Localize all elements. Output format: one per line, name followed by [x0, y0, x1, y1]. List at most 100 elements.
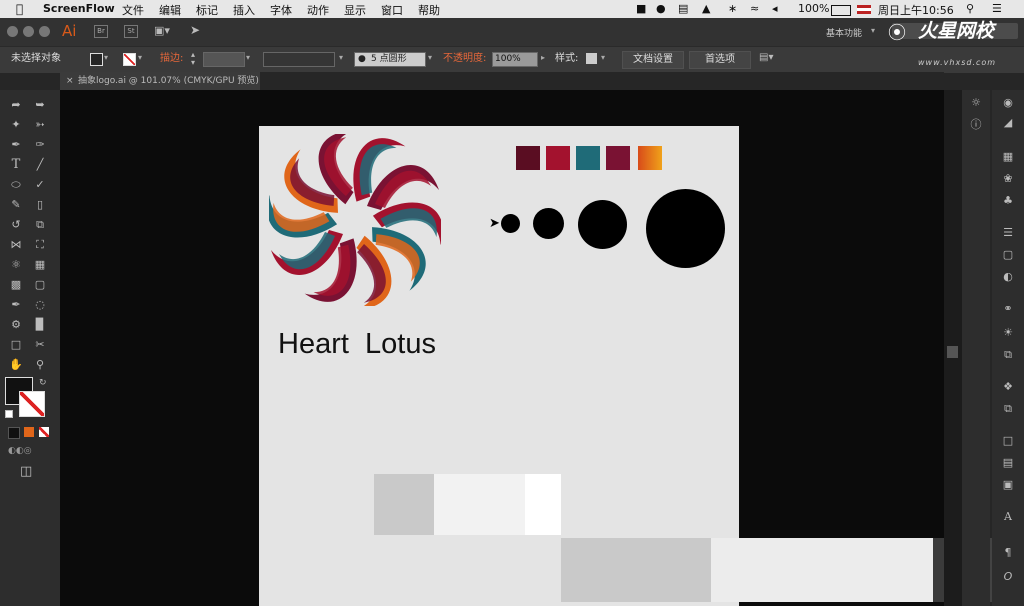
- preferences-button[interactable]: 首选项: [689, 51, 751, 69]
- menu-edit[interactable]: 编辑: [159, 2, 181, 18]
- vertical-scrollbar[interactable]: [944, 90, 962, 606]
- light-block-2[interactable]: [711, 538, 933, 602]
- paragraph-icon[interactable]: ¶: [1001, 546, 1015, 560]
- chevron-down-icon[interactable]: ▾: [428, 53, 432, 62]
- shape-builder-tool-icon[interactable]: ⚛: [8, 258, 24, 272]
- chevron-down-icon[interactable]: ▾: [601, 53, 605, 62]
- graphic-styles-icon[interactable]: ⧉: [1001, 348, 1015, 362]
- eraser-tool-icon[interactable]: ▯: [32, 198, 48, 212]
- hand-tool-icon[interactable]: ✋: [8, 358, 24, 372]
- menu-view[interactable]: 显示: [344, 2, 366, 18]
- menu-window[interactable]: 窗口: [381, 2, 403, 18]
- arrange-documents-icon[interactable]: ▣▾: [154, 24, 176, 37]
- layers-icon[interactable]: ❖: [1001, 380, 1015, 394]
- selection-tool-icon[interactable]: ➦: [8, 98, 24, 112]
- paintbrush-tool-icon[interactable]: ✓: [32, 178, 48, 192]
- width-tool-icon[interactable]: ⋈: [8, 238, 24, 252]
- stroke-stepper[interactable]: ▴ ▾: [191, 51, 195, 67]
- color-icon[interactable]: ◉: [1001, 96, 1015, 110]
- color-swatch-2[interactable]: [546, 146, 570, 170]
- direct-selection-tool-icon[interactable]: ➥: [32, 98, 48, 112]
- camera-icon[interactable]: ■: [636, 2, 646, 15]
- artboard-tool-icon[interactable]: □: [8, 338, 24, 352]
- character-icon[interactable]: A: [1001, 510, 1015, 524]
- blend-tool-icon[interactable]: ◌: [32, 298, 48, 312]
- magic-wand-tool-icon[interactable]: ✦: [8, 118, 24, 132]
- stroke-color-box[interactable]: [19, 391, 45, 417]
- menu-help[interactable]: 帮助: [418, 2, 440, 18]
- color-swatch-1[interactable]: [516, 146, 540, 170]
- black-circle-medium[interactable]: [533, 208, 564, 239]
- graphic-style-swatch[interactable]: [586, 53, 597, 64]
- flag-icon[interactable]: [857, 5, 871, 14]
- symbol-sprayer-tool-icon[interactable]: ⚙: [8, 318, 24, 332]
- screen-mode-icon[interactable]: ◫: [20, 464, 32, 479]
- apple-icon[interactable]: : [16, 2, 23, 16]
- swatches-icon[interactable]: ▦: [1001, 150, 1015, 164]
- record-icon[interactable]: ●: [656, 2, 666, 15]
- fill-swatch[interactable]: [90, 53, 103, 66]
- none-mode-icon[interactable]: [39, 427, 49, 437]
- chevron-down-icon[interactable]: ▾: [246, 53, 250, 62]
- black-circle-small[interactable]: [501, 214, 520, 233]
- gradient-icon[interactable]: ▢: [1001, 248, 1015, 262]
- menu-action[interactable]: 动作: [307, 2, 329, 18]
- type-tool-icon[interactable]: T: [8, 158, 24, 172]
- brushes-icon[interactable]: ☼: [969, 96, 983, 110]
- opentype-icon[interactable]: O: [1001, 570, 1015, 584]
- stock-button[interactable]: St: [124, 25, 138, 38]
- draw-mode-icon[interactable]: ◐◐◎: [8, 446, 32, 456]
- curvature-tool-icon[interactable]: ✑: [32, 138, 48, 152]
- align-icon[interactable]: ▤: [1001, 456, 1015, 470]
- default-colors-icon[interactable]: [5, 410, 13, 418]
- black-circle-xlarge[interactable]: [646, 189, 725, 268]
- menu-file[interactable]: 文件: [122, 2, 144, 18]
- airplay-icon[interactable]: ▲: [702, 2, 710, 15]
- gpu-performance-icon[interactable]: ➤: [190, 23, 200, 37]
- stroke-swatch[interactable]: [123, 53, 136, 66]
- lotus-logo[interactable]: [269, 134, 441, 306]
- stroke-label[interactable]: 描边:: [160, 52, 183, 66]
- ellipse-tool-icon[interactable]: ⬭: [8, 178, 24, 192]
- color-swatch-4[interactable]: [606, 146, 630, 170]
- chevron-down-icon[interactable]: ▾: [104, 53, 108, 62]
- free-transform-tool-icon[interactable]: ⛶: [32, 238, 48, 252]
- rotate-tool-icon[interactable]: ↺: [8, 218, 24, 232]
- gray-block-2[interactable]: [561, 538, 711, 602]
- minimize-window-button[interactable]: [23, 26, 34, 37]
- swap-colors-icon[interactable]: ↻: [39, 378, 47, 388]
- zoom-tool-icon[interactable]: ⚲: [32, 358, 48, 372]
- column-graph-tool-icon[interactable]: ▉: [32, 318, 48, 332]
- zoom-window-button[interactable]: [39, 26, 50, 37]
- white-block-1[interactable]: [525, 474, 561, 535]
- cc-libraries-icon[interactable]: ⚭: [1001, 302, 1015, 316]
- chevron-down-icon[interactable]: ▾: [339, 53, 343, 62]
- artboards-icon[interactable]: ⧉: [1001, 402, 1015, 416]
- menu-mark[interactable]: 标记: [196, 2, 218, 18]
- bridge-button[interactable]: Br: [94, 25, 108, 38]
- logo-text[interactable]: Heart Lotus: [278, 328, 436, 361]
- artboard[interactable]: ➤ Heart Lotus: [259, 126, 739, 606]
- opacity-input[interactable]: 100%: [492, 52, 538, 67]
- color-mode-icon[interactable]: [8, 427, 20, 439]
- pencil-tool-icon[interactable]: ✎: [8, 198, 24, 212]
- scrollbar-thumb[interactable]: [947, 346, 958, 358]
- brushes-panel-icon[interactable]: ❀: [1001, 172, 1015, 186]
- document-setup-button[interactable]: 文档设置: [622, 51, 684, 69]
- volume-icon[interactable]: ◂: [772, 2, 778, 15]
- battery-icon[interactable]: [831, 5, 851, 16]
- eyedropper-tool-icon[interactable]: ✒: [8, 298, 24, 312]
- close-tab-icon[interactable]: ×: [66, 72, 74, 90]
- control-center-icon[interactable]: ☰: [992, 2, 1002, 15]
- menu-font[interactable]: 字体: [270, 2, 292, 18]
- menu-app-name[interactable]: ScreenFlow: [43, 2, 115, 15]
- gradient-mode-icon[interactable]: [24, 427, 34, 437]
- appearance-icon[interactable]: ☀: [1001, 326, 1015, 340]
- wifi-icon[interactable]: ≈: [750, 2, 759, 15]
- variable-width-profile[interactable]: [263, 52, 335, 67]
- scale-tool-icon[interactable]: ⧉: [32, 218, 48, 232]
- light-block-1[interactable]: [434, 474, 525, 535]
- close-window-button[interactable]: [7, 26, 18, 37]
- stroke-weight-input[interactable]: [203, 52, 245, 67]
- symbols-icon[interactable]: ♣: [1001, 194, 1015, 208]
